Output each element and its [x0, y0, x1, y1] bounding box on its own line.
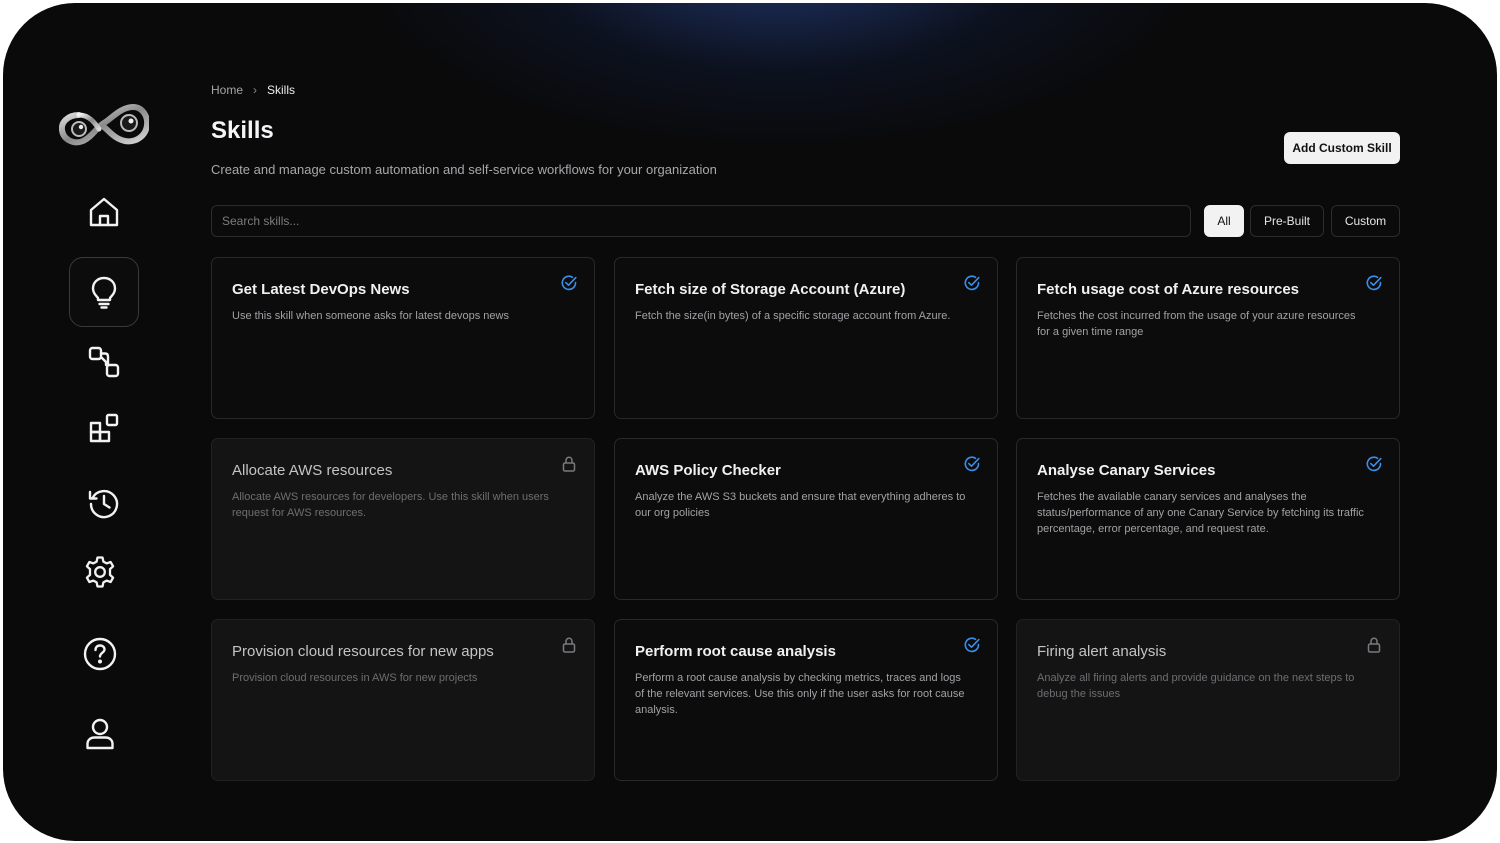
filter-custom-button[interactable]: Custom [1331, 205, 1400, 237]
skill-card[interactable]: AWS Policy Checker Analyze the AWS S3 bu… [614, 438, 998, 600]
skill-description: Fetch the size(in bytes) of a specific s… [635, 310, 951, 322]
skill-description: Analyze the AWS S3 buckets and ensure th… [635, 491, 966, 519]
skill-card[interactable]: Get Latest DevOps News Use this skill wh… [211, 257, 595, 419]
lightbulb-icon [91, 276, 117, 309]
skill-title: Fetch usage cost of Azure resources [1037, 281, 1300, 298]
search-input[interactable] [211, 205, 1191, 237]
page-title: Skills [211, 117, 274, 144]
chevron-right-icon: › [253, 83, 258, 97]
skill-card-locked[interactable]: Allocate AWS resources Allocate AWS reso… [211, 438, 595, 600]
nav-skills[interactable] [69, 257, 139, 327]
nav-home[interactable] [69, 177, 139, 247]
filter-prebuilt-button[interactable]: Pre-Built [1250, 205, 1324, 237]
history-icon [88, 489, 119, 519]
app-window: Home › Skills Skills Create and manage c… [3, 3, 1497, 841]
nav-settings[interactable] [65, 537, 135, 607]
skill-title: Allocate AWS resources [232, 462, 393, 479]
check-circle-icon [964, 275, 980, 291]
nav-workflows[interactable] [69, 327, 139, 397]
skill-description: Analyze all firing alerts and provide gu… [1037, 672, 1355, 700]
workflow-icon [88, 346, 120, 378]
check-circle-icon [964, 637, 980, 653]
breadcrumb-home[interactable]: Home [211, 83, 243, 97]
nav-profile[interactable] [65, 699, 135, 769]
check-circle-icon [1366, 275, 1382, 291]
nav-integrations[interactable] [69, 393, 139, 463]
add-custom-skill-button[interactable]: Add Custom Skill [1284, 132, 1400, 164]
skill-description: Perform a root cause analysis by checkin… [635, 672, 965, 716]
help-icon [83, 637, 117, 671]
breadcrumb: Home › Skills [211, 83, 295, 97]
check-circle-icon [1366, 456, 1382, 472]
skill-card[interactable]: Fetch usage cost of Azure resources Fetc… [1016, 257, 1400, 419]
user-icon [86, 718, 114, 750]
skill-title: Perform root cause analysis [635, 643, 836, 660]
infinity-logo-icon [59, 103, 149, 146]
check-circle-icon [964, 456, 980, 472]
gear-icon [85, 556, 115, 588]
lock-icon [1367, 637, 1381, 653]
home-icon [89, 197, 119, 227]
skill-description: Provision cloud resources in AWS for new… [232, 672, 478, 684]
skill-description: Fetches the cost incurred from the usage… [1037, 310, 1356, 338]
nav-help[interactable] [65, 619, 135, 689]
skill-description: Allocate AWS resources for developers. U… [232, 491, 549, 519]
skill-title: Analyse Canary Services [1037, 462, 1216, 479]
skill-card[interactable]: Analyse Canary Services Fetches the avai… [1016, 438, 1400, 600]
skill-card[interactable]: Perform root cause analysis Perform a ro… [614, 619, 998, 781]
skill-card-locked[interactable]: Firing alert analysis Analyze all firing… [1016, 619, 1400, 781]
skill-card[interactable]: Fetch size of Storage Account (Azure) Fe… [614, 257, 998, 419]
skill-title: Provision cloud resources for new apps [232, 643, 494, 660]
skill-description: Use this skill when someone asks for lat… [232, 310, 509, 322]
skill-title: Fetch size of Storage Account (Azure) [635, 281, 906, 298]
lock-icon [562, 637, 576, 653]
check-circle-icon [561, 275, 577, 291]
breadcrumb-current: Skills [267, 83, 296, 97]
skill-title: Get Latest DevOps News [232, 281, 410, 298]
skill-description: Fetches the available canary services an… [1037, 491, 1364, 535]
nav-history[interactable] [69, 469, 139, 539]
lock-icon [562, 456, 576, 472]
page-subtitle: Create and manage custom automation and … [211, 162, 717, 177]
skill-title: Firing alert analysis [1037, 643, 1167, 660]
filter-all-button[interactable]: All [1204, 205, 1244, 237]
skill-card-locked[interactable]: Provision cloud resources for new apps P… [211, 619, 595, 781]
apps-icon [89, 413, 119, 443]
skill-title: AWS Policy Checker [635, 462, 781, 479]
